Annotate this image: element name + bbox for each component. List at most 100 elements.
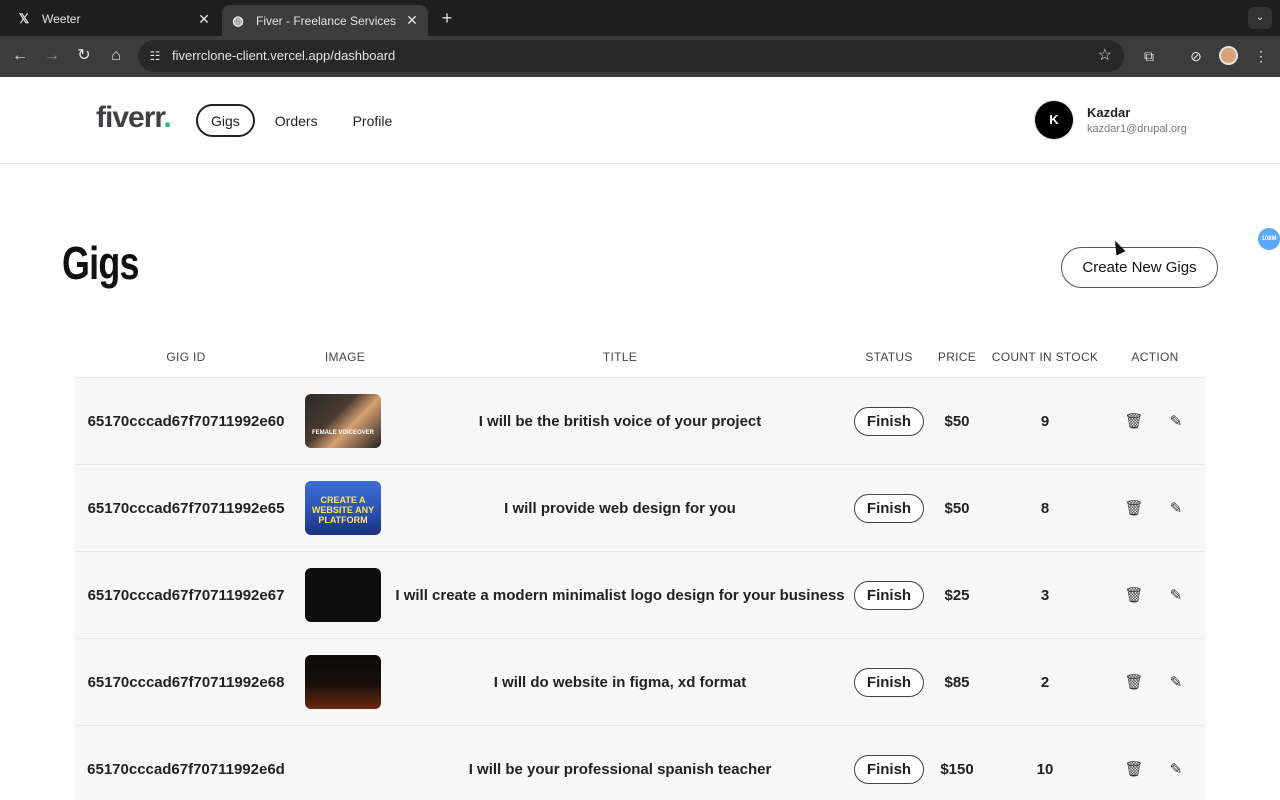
status-cell: Finish	[853, 552, 925, 638]
pencil-icon[interactable]: ✎	[1165, 378, 1187, 464]
browser-tab-weeter[interactable]: 𝕏 Weeter ✕	[8, 5, 220, 33]
extension-shield-icon[interactable]: ⊘	[1185, 45, 1207, 67]
col-status: STATUS	[865, 350, 913, 364]
gig-image-cell	[305, 639, 381, 725]
globe-icon: ◍	[232, 12, 244, 28]
gig-id: 65170cccad67f70711992e6d	[87, 760, 285, 778]
status-cell: Finish	[853, 378, 925, 464]
trash-icon[interactable]: 🗑	[1123, 378, 1145, 464]
user-menu[interactable]: K Kazdar kazdar1@drupal.org	[1035, 101, 1187, 139]
gig-thumbnail	[305, 655, 381, 709]
browser-toolbar: ← → ↻ ⌂ ☷ fiverrclone-client.vercel.app/…	[0, 36, 1280, 77]
gig-id: 65170cccad67f70711992e68	[87, 673, 285, 691]
gig-title: I will be your professional spanish teac…	[468, 760, 772, 778]
reload-icon[interactable]: ↻	[72, 44, 96, 68]
status-badge: Finish	[853, 580, 925, 610]
pencil-icon[interactable]: ✎	[1165, 726, 1187, 800]
home-icon[interactable]: ⌂	[104, 44, 128, 68]
col-gig-id: GIG ID	[166, 350, 206, 364]
status-cell: Finish	[853, 726, 925, 800]
trash-icon[interactable]: 🗑	[1123, 552, 1145, 638]
address-bar[interactable]: ☷ fiverrclone-client.vercel.app/dashboar…	[138, 40, 1124, 72]
col-count: COUNT IN STOCK	[991, 350, 1099, 364]
table-header: GIG ID IMAGE TITLE STATUS PRICE COUNT IN…	[75, 338, 1205, 378]
status-cell: Finish	[853, 639, 925, 725]
gigs-table: GIG ID IMAGE TITLE STATUS PRICE COUNT IN…	[75, 338, 1205, 800]
gig-price: $25	[944, 586, 970, 604]
main-nav: Gigs Orders Profile	[196, 104, 412, 137]
nav-gigs[interactable]: Gigs	[196, 104, 255, 137]
col-image: IMAGE	[324, 350, 366, 364]
create-new-gig-button[interactable]: Create New Gigs	[1061, 247, 1218, 288]
fiverr-logo[interactable]: fiverr.	[96, 101, 172, 135]
gig-title: I will do website in figma, xd format	[493, 673, 747, 691]
gig-price: $150	[940, 760, 974, 778]
table-row: 65170cccad67f70711992e65 CREATE A WEBSIT…	[75, 465, 1205, 552]
gig-count: 10	[1036, 760, 1054, 778]
gig-thumbnail: FEMALE VOICEOVER	[305, 394, 381, 448]
extension-badge[interactable]: 108M	[1258, 228, 1280, 250]
site-header: fiverr. Gigs Orders Profile K Kazdar kaz…	[0, 77, 1280, 164]
status-badge: Finish	[853, 667, 925, 697]
col-title: TITLE	[602, 350, 638, 364]
gig-image-cell: CREATE A WEBSITE ANY PLATFORM	[305, 465, 381, 551]
gig-title: I will be the british voice of your proj…	[478, 412, 762, 430]
pencil-icon[interactable]: ✎	[1165, 465, 1187, 551]
table-row: 65170cccad67f70711992e6d I will be your …	[75, 726, 1205, 800]
nav-profile[interactable]: Profile	[338, 104, 408, 137]
table-row: 65170cccad67f70711992e68 I will do websi…	[75, 639, 1205, 726]
close-tab-icon[interactable]: ✕	[404, 12, 420, 29]
gig-price: $50	[944, 412, 970, 430]
site-info-icon[interactable]: ☷	[146, 47, 164, 65]
url-text: fiverrclone-client.vercel.app/dashboard	[172, 48, 396, 63]
trash-icon[interactable]: 🗑	[1123, 726, 1145, 800]
new-tab-icon[interactable]: +	[438, 8, 456, 28]
gig-thumbnail	[305, 568, 381, 622]
gig-count: 8	[1040, 499, 1050, 517]
nav-orders[interactable]: Orders	[260, 104, 333, 137]
extensions-icon[interactable]: ⧉	[1138, 45, 1160, 67]
user-email: kazdar1@drupal.org	[1087, 123, 1187, 135]
gig-price: $50	[944, 499, 970, 517]
gig-image-cell	[305, 552, 381, 638]
avatar[interactable]: K	[1035, 101, 1073, 139]
user-name: Kazdar	[1087, 105, 1131, 120]
gig-thumbnail: CREATE A WEBSITE ANY PLATFORM	[305, 481, 381, 535]
gig-image-cell: FEMALE VOICEOVER	[305, 378, 381, 464]
gig-id: 65170cccad67f70711992e67	[87, 586, 285, 604]
gig-id: 65170cccad67f70711992e60	[87, 412, 285, 430]
user-info: Kazdar kazdar1@drupal.org	[1087, 105, 1187, 135]
browser-tab-fiver[interactable]: ◍ Fiver - Freelance Services Ma ✕	[222, 5, 428, 36]
close-tab-icon[interactable]: ✕	[196, 11, 212, 28]
bookmark-star-icon[interactable]: ☆	[1098, 45, 1112, 65]
page-title: Gigs	[62, 237, 139, 289]
tab-title: Weeter	[42, 12, 81, 26]
gig-count: 9	[1040, 412, 1050, 430]
gig-price: $85	[944, 673, 970, 691]
tab-list-chevron-icon[interactable]: ⌄	[1248, 7, 1272, 29]
pencil-icon[interactable]: ✎	[1165, 639, 1187, 725]
forward-icon[interactable]: →	[40, 44, 64, 68]
table-row: 65170cccad67f70711992e60 FEMALE VOICEOVE…	[75, 378, 1205, 465]
gig-count: 2	[1040, 673, 1050, 691]
status-badge: Finish	[853, 493, 925, 523]
col-action: ACTION	[1131, 350, 1179, 364]
status-badge: Finish	[853, 754, 925, 784]
gig-title: I will provide web design for you	[504, 499, 736, 517]
tab-title: Fiver - Freelance Services Ma	[256, 13, 398, 28]
back-icon[interactable]: ←	[8, 44, 32, 68]
pencil-icon[interactable]: ✎	[1165, 552, 1187, 638]
trash-icon[interactable]: 🗑	[1123, 465, 1145, 551]
browser-tab-bar: 𝕏 Weeter ✕ ◍ Fiver - Freelance Services …	[0, 0, 1280, 36]
trash-icon[interactable]: 🗑	[1123, 639, 1145, 725]
browser-profile-avatar[interactable]	[1219, 46, 1238, 65]
status-cell: Finish	[853, 465, 925, 551]
x-logo-icon: 𝕏	[18, 11, 30, 26]
gig-image-cell	[305, 726, 381, 800]
gig-count: 3	[1040, 586, 1050, 604]
gig-title: I will create a modern minimalist logo d…	[395, 586, 845, 604]
status-badge: Finish	[853, 406, 925, 436]
menu-kebab-icon[interactable]: ⋮	[1250, 45, 1272, 67]
gig-id: 65170cccad67f70711992e65	[87, 499, 285, 517]
col-price: PRICE	[937, 350, 977, 364]
